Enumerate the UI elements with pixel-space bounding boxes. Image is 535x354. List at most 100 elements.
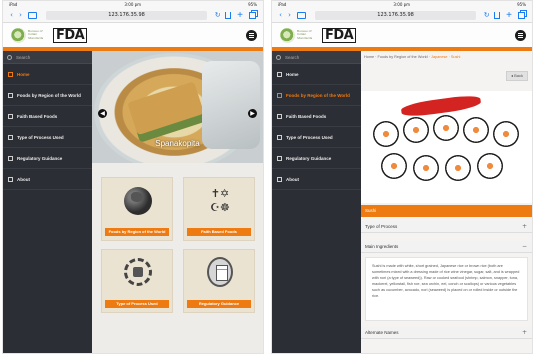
dish-title: Sushi [361, 205, 532, 217]
breadcrumb-current: Japanese · Sushi [431, 55, 461, 59]
ingredients-text: Sushi is made with white, short grained,… [365, 257, 528, 321]
document-icon [207, 257, 233, 287]
app-header: Bureau of Indian Standards FDA [272, 23, 532, 47]
accordion-main-ingredients[interactable]: Main Ingredients − [361, 241, 532, 253]
list-icon [277, 176, 282, 182]
carousel-indicators [92, 153, 263, 163]
sidebar-item-faith-based[interactable]: Faith Based Foods [3, 106, 92, 127]
sidebar-item-regulatory[interactable]: Regulatory Guidance [272, 148, 361, 169]
bookmarks-icon[interactable] [28, 11, 37, 19]
tile-label: Foods by Region of the World [105, 228, 169, 236]
left-screen: iPad 3:00 pm 95% ‹ › 123.176.35.98 ↻ + B… [2, 0, 264, 354]
breadcrumb-path[interactable]: Home · Foods by Region of the World · [364, 55, 430, 59]
share-icon[interactable] [225, 11, 232, 19]
list-icon [277, 155, 282, 161]
sidebar-item-foods-by-region[interactable]: Foods by Region of the World [3, 85, 92, 106]
home-icon [277, 71, 282, 77]
list-icon [8, 92, 13, 98]
menu-button[interactable] [246, 30, 257, 41]
emblem-logo-icon [280, 27, 295, 43]
sidebar-item-process[interactable]: Type of Process Used [3, 127, 92, 148]
sushi-photo-roll [413, 155, 439, 181]
logo-caption: Bureau of Indian Standards [28, 28, 44, 40]
tabs-icon[interactable] [249, 11, 256, 19]
battery-label: 95% [517, 2, 526, 7]
search-input[interactable]: Search [272, 51, 361, 64]
address-bar[interactable]: 123.176.35.98 [46, 10, 208, 20]
menu-button[interactable] [515, 30, 526, 41]
browser-toolbar: ‹ › 123.176.35.98 ↻ + [272, 8, 532, 23]
new-tab-icon[interactable]: + [237, 10, 243, 20]
accordion-type-of-process[interactable]: Type of Process + [361, 221, 532, 233]
sidebar: Search Home Foods by Region of the World… [272, 51, 361, 353]
process-cycle-icon [124, 258, 152, 286]
reload-icon[interactable]: ↻ [213, 11, 222, 20]
right-screen: iPad 3:00 pm 95% ‹ › 123.176.35.98 ↻ + B… [271, 0, 533, 354]
app-header: Bureau of Indian Standards FDA [3, 23, 263, 47]
tile-label: Faith Based Foods [187, 228, 251, 236]
sidebar-item-home[interactable]: Home [272, 64, 361, 85]
carrier-label: iPad [9, 2, 18, 7]
collapse-icon: − [521, 243, 527, 250]
sushi-photo-roll [373, 121, 399, 147]
reload-icon[interactable]: ↻ [482, 11, 491, 20]
carrier-label: iPad [278, 2, 287, 7]
sidebar-item-about[interactable]: About [3, 169, 92, 190]
clock: 3:00 pm [124, 2, 142, 7]
list-icon [277, 92, 282, 98]
sushi-photo-roll [433, 115, 459, 141]
search-icon [276, 54, 281, 60]
forward-arrow-icon[interactable]: › [285, 11, 294, 20]
address-bar[interactable]: 123.176.35.98 [315, 10, 477, 20]
religious-symbols-icon: ✝✡ ☪☸ [210, 187, 230, 214]
sidebar-item-process[interactable]: Type of Process Used [272, 127, 361, 148]
sushi-photo-roll [493, 121, 519, 147]
list-icon [8, 113, 13, 119]
accordion-alternate-names[interactable]: Alternate Names + [361, 327, 532, 339]
list-icon [8, 176, 13, 182]
list-icon [277, 134, 282, 140]
home-icon [8, 71, 13, 77]
emblem-logo-icon [11, 27, 26, 43]
fda-logo: FDA [322, 27, 357, 43]
expand-icon: + [521, 223, 527, 230]
sushi-photo-roll [381, 153, 407, 179]
image-carousel[interactable]: ◀ ▶ Spanakopita [92, 51, 263, 163]
tile-regulatory[interactable]: Regulatory Guidance [183, 249, 255, 313]
back-button[interactable]: ◂ Back [506, 71, 528, 81]
sushi-photo-roll [463, 117, 489, 143]
expand-icon: + [521, 329, 527, 336]
back-arrow-icon[interactable]: ‹ [276, 11, 285, 20]
carousel-prev-icon[interactable]: ◀ [98, 109, 107, 118]
forward-arrow-icon[interactable]: › [16, 11, 25, 20]
sidebar-item-about[interactable]: About [272, 169, 361, 190]
globe-icon [124, 187, 152, 215]
sidebar-item-foods-by-region[interactable]: Foods by Region of the World [272, 85, 361, 106]
sushi-photo-roll [477, 153, 503, 179]
category-tiles: Foods by Region of the World ✝✡ ☪☸ Faith … [92, 163, 263, 353]
sidebar: Search Home Foods by Region of the World… [3, 51, 92, 353]
sidebar-item-regulatory[interactable]: Regulatory Guidance [3, 148, 92, 169]
share-icon[interactable] [494, 11, 501, 19]
status-bar: iPad 3:00 pm 95% [272, 1, 532, 8]
sidebar-item-home[interactable]: Home [3, 64, 92, 85]
clock: 3:00 pm [393, 2, 411, 7]
list-icon [8, 134, 13, 140]
tile-faith-based[interactable]: ✝✡ ☪☸ Faith Based Foods [183, 177, 255, 241]
back-arrow-icon[interactable]: ‹ [7, 11, 16, 20]
tile-foods-by-region[interactable]: Foods by Region of the World [101, 177, 173, 241]
new-tab-icon[interactable]: + [506, 10, 512, 20]
search-input[interactable]: Search [3, 51, 92, 64]
bookmarks-icon[interactable] [297, 11, 306, 19]
fda-logo: FDA [53, 27, 88, 43]
browser-toolbar: ‹ › 123.176.35.98 ↻ + [3, 8, 263, 23]
sushi-photo [361, 91, 532, 203]
sushi-photo-roll [403, 117, 429, 143]
battery-label: 95% [248, 2, 257, 7]
carousel-next-icon[interactable]: ▶ [248, 109, 257, 118]
detail-content: Home · Foods by Region of the World · Ja… [361, 51, 532, 353]
sidebar-item-faith-based[interactable]: Faith Based Foods [272, 106, 361, 127]
tabs-icon[interactable] [518, 11, 525, 19]
search-icon [7, 54, 12, 60]
tile-process[interactable]: Type of Process Used [101, 249, 173, 313]
